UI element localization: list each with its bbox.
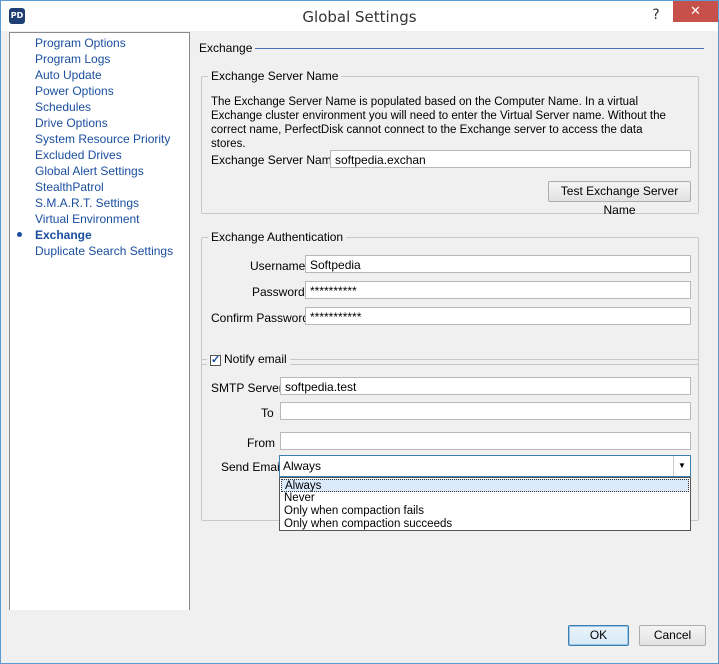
option-compaction-fails[interactable]: Only when compaction fails <box>281 505 689 518</box>
active-bullet-icon <box>17 232 22 237</box>
from-label: From <box>247 436 275 450</box>
nav-item-duplicate-search-settings[interactable]: Duplicate Search Settings <box>35 244 173 258</box>
nav-item-schedules[interactable]: Schedules <box>35 100 91 114</box>
global-settings-window: PD Global Settings ? ✕ Program Options P… <box>0 0 719 664</box>
nav-item-smart-settings[interactable]: S.M.A.R.T. Settings <box>35 196 139 210</box>
nav-item-power-options[interactable]: Power Options <box>35 84 114 98</box>
username-field[interactable]: Softpedia <box>305 255 691 273</box>
notify-email-checkbox[interactable]: ✓ <box>210 354 221 366</box>
password-field[interactable]: ********** <box>305 281 691 299</box>
chevron-down-icon[interactable]: ▼ <box>673 456 690 476</box>
exchange-panel: Exchange Exchange Server Name The Exchan… <box>191 32 718 609</box>
to-field[interactable] <box>280 402 691 420</box>
confirm-password-label: Confirm Password <box>211 311 310 325</box>
send-email-dropdown[interactable]: Always ▼ <box>279 455 691 477</box>
option-compaction-succeeds[interactable]: Only when compaction succeeds <box>281 518 689 531</box>
to-label: To <box>261 406 274 420</box>
nav-item-program-logs[interactable]: Program Logs <box>35 52 110 66</box>
section-heading: Exchange <box>199 41 253 55</box>
from-field[interactable] <box>280 432 691 450</box>
dialog-footer: OK Cancel <box>1 610 718 663</box>
close-button[interactable]: ✕ <box>673 1 718 22</box>
server-name-description: The Exchange Server Name is populated ba… <box>211 96 666 150</box>
title-bar: PD Global Settings ? ✕ <box>1 1 718 31</box>
send-email-label: Send Email <box>221 460 283 474</box>
nav-item-virtual-environment[interactable]: Virtual Environment <box>35 212 140 226</box>
help-button[interactable]: ? <box>645 5 667 25</box>
nav-item-exchange[interactable]: Exchange <box>35 228 92 242</box>
settings-nav-list: Program Options Program Logs Auto Update… <box>9 32 190 611</box>
nav-item-excluded-drives[interactable]: Excluded Drives <box>35 148 122 162</box>
nav-item-program-options[interactable]: Program Options <box>35 36 126 50</box>
smtp-server-label: SMTP Server <box>211 381 283 395</box>
check-icon: ✓ <box>211 354 221 366</box>
send-email-selected: Always <box>283 459 322 473</box>
test-server-name-button[interactable]: Test Exchange Server Name <box>548 181 691 217</box>
nav-item-auto-update[interactable]: Auto Update <box>35 68 102 82</box>
confirm-password-field[interactable]: *********** <box>305 307 691 325</box>
server-name-group: Exchange Server Name The Exchange Server… <box>201 69 699 217</box>
option-never[interactable]: Never <box>281 492 689 505</box>
nav-item-system-resource-priority[interactable]: System Resource Priority <box>35 132 170 146</box>
auth-group: Exchange Authentication Username Softped… <box>201 230 699 365</box>
ok-button[interactable]: OK <box>568 625 629 646</box>
username-label: Username <box>250 259 306 273</box>
section-divider <box>255 48 704 49</box>
server-name-group-title: Exchange Server Name <box>208 69 342 83</box>
server-name-label: Exchange Server Name <box>211 153 339 167</box>
nav-item-global-alert-settings[interactable]: Global Alert Settings <box>35 164 144 178</box>
server-name-field[interactable]: softpedia.exchan <box>330 150 691 168</box>
smtp-server-field[interactable]: softpedia.test <box>280 377 691 395</box>
send-email-options: Always Never Only when compaction fails … <box>279 477 691 531</box>
cancel-button[interactable]: Cancel <box>639 625 706 646</box>
option-always[interactable]: Always <box>281 479 689 492</box>
window-title: Global Settings <box>302 8 417 26</box>
auth-group-title: Exchange Authentication <box>208 230 347 244</box>
nav-item-stealthpatrol[interactable]: StealthPatrol <box>35 180 104 194</box>
nav-item-drive-options[interactable]: Drive Options <box>35 116 108 130</box>
password-label: Password <box>252 285 305 299</box>
